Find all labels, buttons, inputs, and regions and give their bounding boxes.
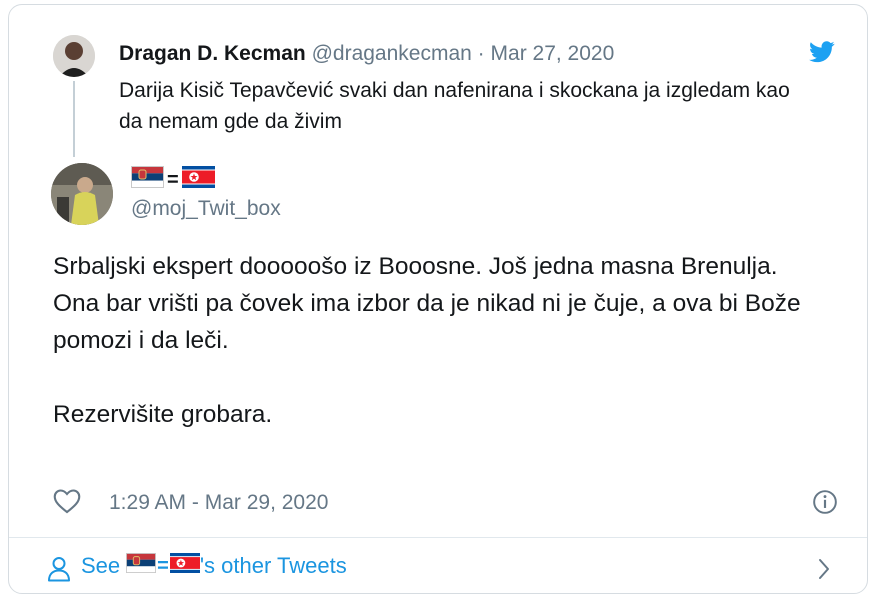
parent-tweet-date[interactable]: Mar 27, 2020	[491, 42, 615, 65]
parent-tweet-header: Dragan D. Kecman @dragankecman · Mar 27,…	[119, 41, 614, 67]
tweet-paragraph: Ona bar vrišti pa čovek ima izbor da je …	[53, 290, 801, 354]
chevron-right-icon[interactable]	[817, 558, 831, 585]
tweet-paragraph: Srbaljski ekspert dooooošo iz Booosne. J…	[53, 253, 778, 280]
footer-prefix: See	[81, 553, 121, 578]
north-korea-flag-icon	[181, 166, 215, 193]
parent-tweet-text: Darija Kisič Tepavčević svaki dan nafeni…	[119, 79, 790, 133]
parent-author-avatar[interactable]	[53, 35, 95, 77]
name-equals-sign: =	[167, 168, 179, 191]
parent-author-handle[interactable]: @dragankecman	[312, 42, 472, 65]
tweet-paragraph-spacer	[53, 359, 843, 396]
footer-suffix: 's other Tweets	[199, 553, 347, 578]
footer-equals-sign: =	[157, 555, 169, 577]
info-icon[interactable]	[812, 489, 838, 520]
tweet-embed-card: Dragan D. Kecman @dragankecman · Mar 27,…	[8, 4, 868, 594]
header-separator: ·	[477, 42, 485, 65]
tweet-paragraph: Rezervišite grobara.	[53, 401, 273, 428]
see-other-tweets-link[interactable]: See = 's other Tweets	[9, 538, 867, 593]
heart-icon[interactable]	[53, 488, 81, 519]
main-author-handle[interactable]: @moj_Twit_box	[131, 197, 281, 221]
tweet-body: Srbaljski ekspert dooooošo iz Booosne. J…	[53, 248, 843, 433]
serbia-flag-icon	[126, 553, 157, 579]
main-author-name[interactable]: =	[131, 166, 215, 193]
serbia-flag-icon	[131, 166, 164, 193]
thread-connector-line	[73, 81, 75, 157]
see-other-tweets-label[interactable]: See = 's other Tweets	[81, 553, 347, 579]
north-korea-flag-icon	[169, 553, 200, 579]
parent-author-name[interactable]: Dragan D. Kecman	[119, 42, 306, 65]
person-icon	[47, 556, 71, 587]
tweet-timestamp[interactable]: 1:29 AM - Mar 29, 2020	[109, 491, 328, 515]
twitter-bird-icon[interactable]	[809, 41, 835, 68]
main-author-avatar[interactable]	[51, 163, 113, 225]
